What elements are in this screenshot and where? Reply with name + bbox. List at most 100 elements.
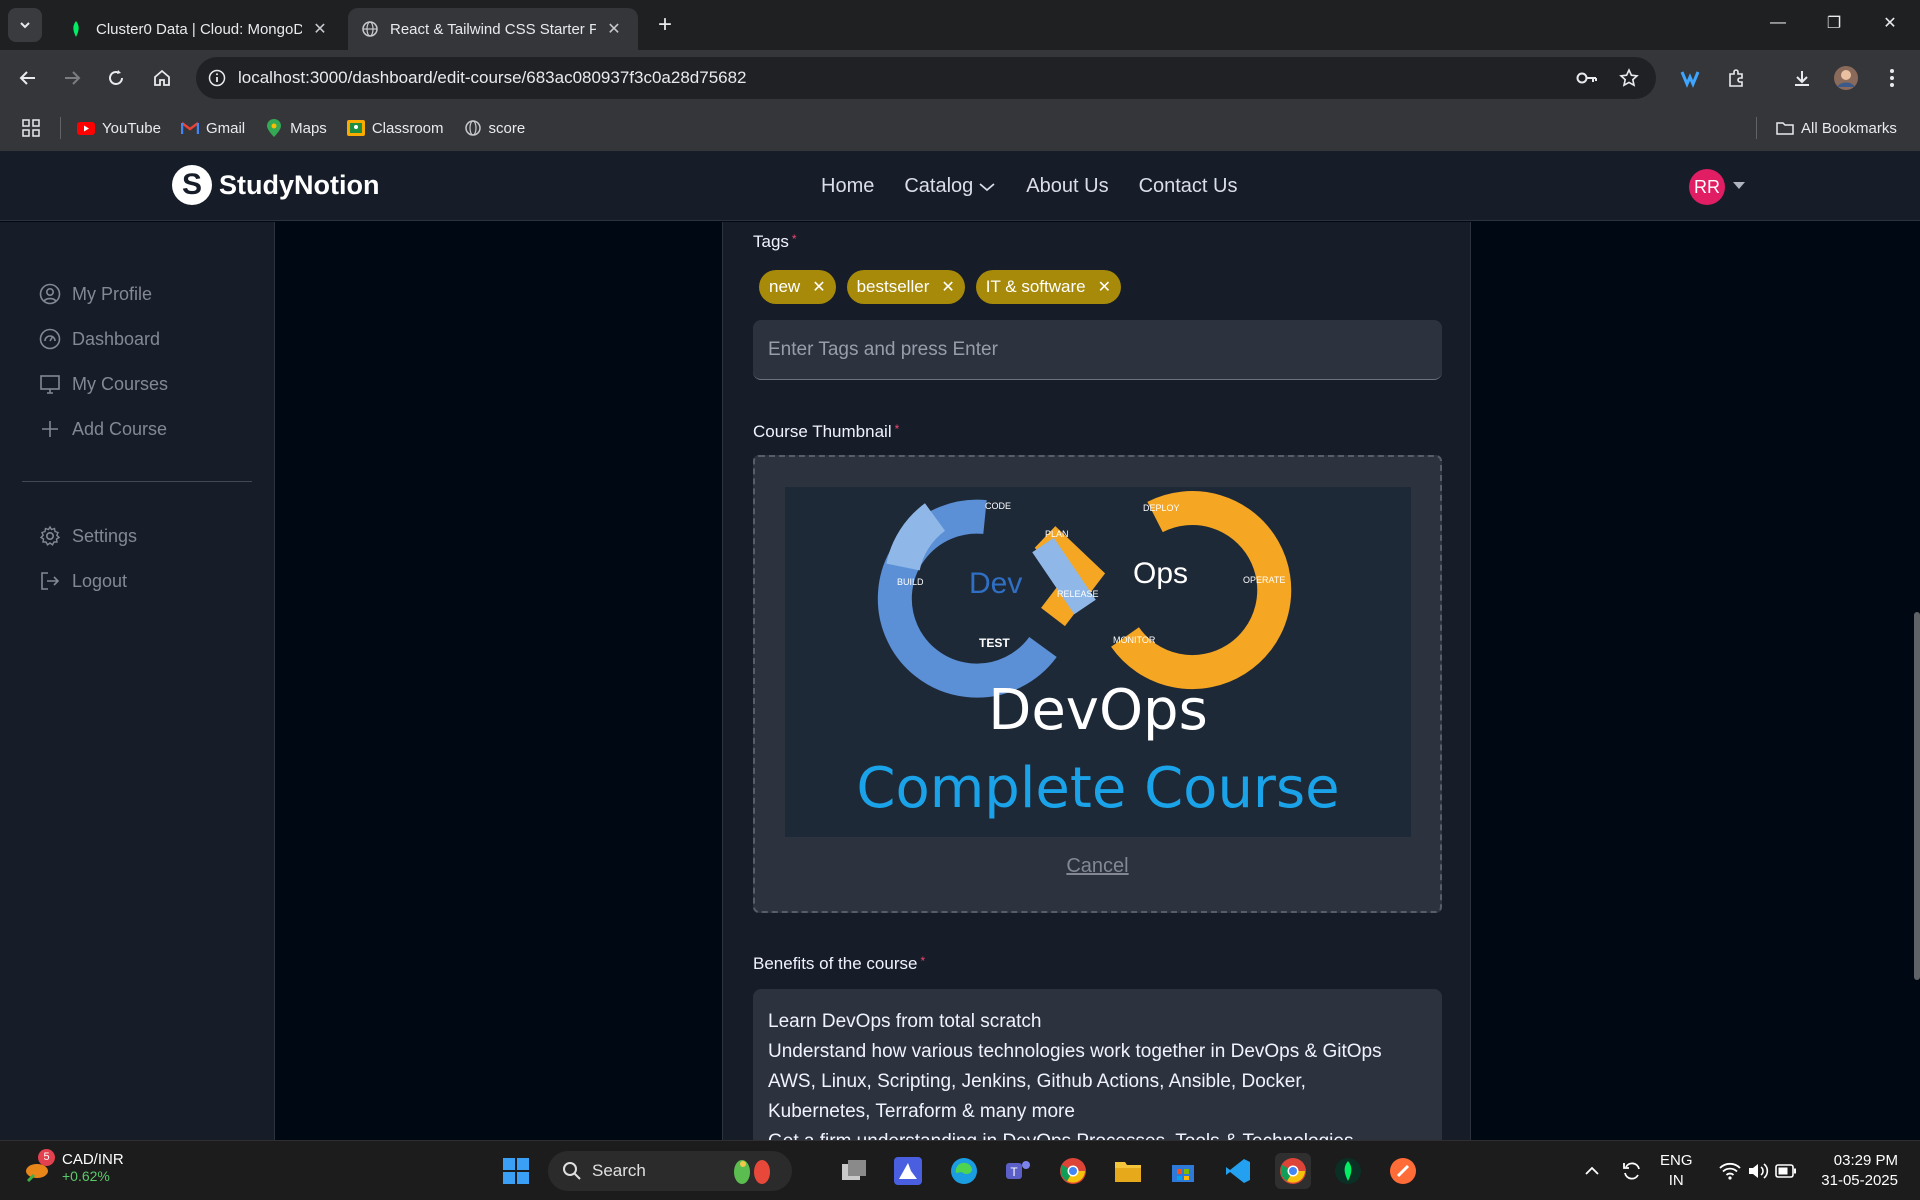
close-window-button[interactable]: ✕ <box>1862 0 1918 46</box>
sidebar-item-settings[interactable]: Settings <box>38 524 137 548</box>
tag-chip-label: bestseller <box>856 277 930 296</box>
tab-mongodb[interactable]: Cluster0 Data | Cloud: MongoDB ✕ <box>54 8 344 50</box>
vscode-icon[interactable] <box>1220 1153 1256 1189</box>
minimize-button[interactable]: — <box>1750 0 1806 46</box>
tab-search-button[interactable] <box>8 8 42 42</box>
edit-course-form: Tags * new ✕ bestseller ✕ IT & software ✕… <box>722 222 1471 1149</box>
clock[interactable]: 03:29 PM 31-05-2025 <box>1814 1151 1898 1191</box>
bookmark-maps[interactable]: Maps <box>265 119 327 137</box>
nav-catalog-label: Catalog <box>904 175 974 197</box>
address-bar[interactable]: localhost:3000/dashboard/edit-course/683… <box>196 57 1656 99</box>
bookmark-youtube[interactable]: YouTube <box>77 119 161 137</box>
star-icon[interactable] <box>1614 63 1644 93</box>
teams-icon[interactable]: T <box>1000 1153 1036 1189</box>
bookmark-gmail[interactable]: Gmail <box>180 119 246 137</box>
site-info-icon[interactable] <box>204 65 230 91</box>
currency-ticker-widget[interactable]: 5 CAD/INR +0.62% <box>24 1148 124 1184</box>
sidebar-item-label: Add Course <box>72 418 168 439</box>
reload-button[interactable] <box>100 62 132 94</box>
sidebar-divider <box>22 481 252 482</box>
remove-tag-icon[interactable]: ✕ <box>941 277 954 297</box>
forward-button[interactable] <box>56 62 88 94</box>
close-tab-icon[interactable]: ✕ <box>604 19 624 39</box>
bookmark-divider <box>60 117 61 139</box>
sidebar-item-my-profile[interactable]: My Profile <box>38 282 152 306</box>
mongodb-compass-icon[interactable] <box>1330 1153 1366 1189</box>
key-icon[interactable] <box>1572 63 1602 93</box>
ticker-badge: 5 <box>38 1148 55 1166</box>
cancel-thumbnail-button[interactable]: Cancel <box>755 855 1440 878</box>
chevron-down-icon <box>979 182 995 191</box>
nav-home[interactable]: Home <box>821 175 874 198</box>
bookmark-label: Gmail <box>205 119 246 137</box>
restore-button[interactable]: ❐ <box>1806 0 1862 46</box>
sidebar-item-my-courses[interactable]: My Courses <box>38 372 168 396</box>
all-bookmarks[interactable]: All Bookmarks <box>1776 119 1897 137</box>
chrome-icon[interactable] <box>1055 1153 1091 1189</box>
sync-icon[interactable] <box>1614 1153 1650 1189</box>
benefits-line: Understand how various technologies work… <box>768 1041 1382 1062</box>
benefits-textarea[interactable]: Learn DevOps from total scratch Understa… <box>753 989 1442 1149</box>
postman-icon[interactable] <box>1385 1153 1421 1189</box>
benefits-line: Learn DevOps from total scratch <box>768 1011 1042 1032</box>
folder-icon <box>1776 119 1794 137</box>
page-scrollbar[interactable] <box>1914 612 1920 980</box>
edge-browser-icon[interactable] <box>946 1153 982 1189</box>
brand-logo[interactable]: S StudyNotion <box>172 165 379 205</box>
sidebar-item-add-course[interactable]: Add Course <box>38 417 167 441</box>
benefits-line: Kubernetes, Terraform & many more <box>768 1101 1075 1122</box>
tags-input[interactable]: Enter Tags and press Enter <box>753 320 1442 380</box>
chevron-down-icon <box>20 22 30 29</box>
close-tab-icon[interactable]: ✕ <box>310 19 330 39</box>
extensions-puzzle-icon[interactable] <box>1720 62 1752 94</box>
sidebar-item-dashboard[interactable]: Dashboard <box>38 327 160 351</box>
download-icon[interactable] <box>1786 62 1818 94</box>
nav-catalog[interactable]: Catalog <box>904 175 996 198</box>
sidebar-item-label: My Courses <box>72 373 169 394</box>
remove-tag-icon[interactable]: ✕ <box>1098 277 1111 297</box>
user-avatar[interactable]: RR <box>1689 169 1725 205</box>
devops-stage-label: BUILD <box>897 577 924 587</box>
ms-store-icon[interactable] <box>1165 1153 1201 1189</box>
sidebar-item-label: Logout <box>72 570 128 591</box>
back-button[interactable] <box>12 62 44 94</box>
app-azure-icon[interactable] <box>890 1153 926 1189</box>
thumbnail-dropzone[interactable]: Dev Ops CODE PLAN BUILD TEST RELEASE DEP… <box>753 455 1442 913</box>
apps-grid-icon[interactable] <box>22 119 40 137</box>
plus-icon <box>38 417 62 441</box>
tab-title: Cluster0 Data | Cloud: MongoDB <box>96 20 302 38</box>
gmail-icon <box>180 119 199 137</box>
profile-avatar-icon[interactable] <box>1830 62 1862 94</box>
browser-chrome: Cluster0 Data | Cloud: MongoDB ✕ React &… <box>0 0 1920 151</box>
bookmark-label: YouTube <box>102 119 161 137</box>
battery-icon[interactable] <box>1768 1153 1804 1189</box>
devops-loop-icon: Dev Ops CODE PLAN BUILD TEST RELEASE DEP… <box>856 491 1340 821</box>
youtube-icon <box>77 119 95 137</box>
new-tab-button[interactable]: + <box>650 10 680 40</box>
kebab-menu-icon[interactable] <box>1876 62 1908 94</box>
chrome-active-icon[interactable] <box>1275 1153 1311 1189</box>
remove-tag-icon[interactable]: ✕ <box>812 277 825 297</box>
tab-react-starter[interactable]: React & Tailwind CSS Starter Pack ✕ <box>348 8 638 50</box>
sidebar-item-logout[interactable]: Logout <box>38 569 127 593</box>
classroom-icon <box>346 119 365 137</box>
caret-down-icon[interactable] <box>1733 182 1745 189</box>
bookmark-classroom[interactable]: Classroom <box>346 119 444 137</box>
nav-about[interactable]: About Us <box>1026 175 1108 198</box>
maps-pin-icon <box>265 119 283 137</box>
devops-stage-label: PLAN <box>1045 529 1069 539</box>
home-button[interactable] <box>146 62 178 94</box>
windows-start-icon[interactable] <box>498 1153 534 1189</box>
taskbar-search[interactable]: Search <box>548 1151 792 1191</box>
windows-taskbar: 5 CAD/INR +0.62% Search T ENG IN 03:29 P… <box>0 1140 1920 1200</box>
language-indicator[interactable]: ENG IN <box>1660 1151 1693 1191</box>
task-view-icon[interactable] <box>836 1153 872 1189</box>
extension-w-icon[interactable] <box>1674 62 1706 94</box>
url-text[interactable]: localhost:3000/dashboard/edit-course/683… <box>238 68 1572 88</box>
ticker-pair: CAD/INR <box>62 1151 124 1168</box>
tray-chevron-up-icon[interactable] <box>1574 1153 1610 1189</box>
app-navbar: S StudyNotion Home Catalog About Us Cont… <box>0 151 1920 221</box>
bookmark-score[interactable]: score <box>464 119 525 137</box>
nav-contact[interactable]: Contact Us <box>1139 175 1238 198</box>
file-explorer-icon[interactable] <box>1110 1153 1146 1189</box>
